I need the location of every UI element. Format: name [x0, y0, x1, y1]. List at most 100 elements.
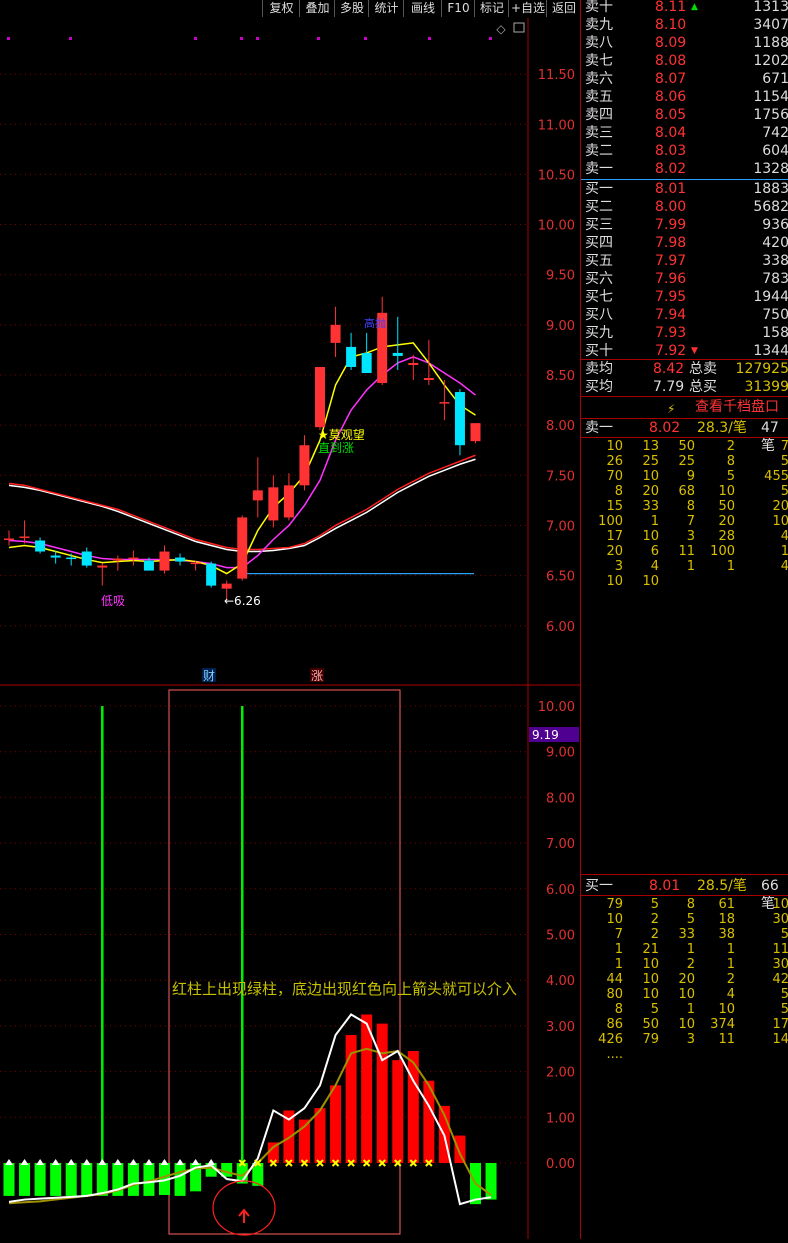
candle-body[interactable]	[190, 562, 201, 565]
candle-body[interactable]	[283, 485, 294, 518]
chart-area[interactable]: 11.50 11.00 10.50 10.00 9.50 9.00 8.50 8.00 7.50…	[0, 18, 580, 1239]
queue-row: 426 79 3 11 14	[581, 1032, 788, 1047]
price-axis-label: 8.50	[546, 369, 575, 384]
queue-cell: 28	[718, 529, 735, 544]
candle-body[interactable]	[97, 565, 108, 568]
candle-body[interactable]	[252, 490, 263, 501]
candle-body[interactable]	[81, 551, 92, 566]
divider	[581, 895, 788, 896]
buy-volume: 1944	[753, 289, 788, 305]
toolbar-button-8[interactable]: 返回	[546, 0, 581, 17]
candle-body[interactable]	[408, 362, 419, 365]
candle-body[interactable]	[4, 538, 14, 540]
candle-body[interactable]	[346, 346, 357, 367]
candle-body[interactable]	[315, 366, 325, 428]
toolbar-button-0[interactable]: 复权	[262, 0, 300, 17]
buy-row[interactable]: 买六 7.96 783	[583, 270, 788, 288]
candle-body[interactable]	[221, 583, 232, 589]
buy-row[interactable]: 买九 7.93 158	[583, 324, 788, 342]
window-icon[interactable]	[513, 22, 525, 33]
queue-cell: 21	[642, 942, 659, 957]
sell-volume: 604	[762, 143, 788, 159]
buy-row[interactable]: 买八 7.94 750	[583, 306, 788, 324]
price-axis-label: 6.00	[546, 620, 575, 635]
queue-row: 7 2 33 38 5	[581, 927, 788, 942]
candle-body[interactable]	[66, 557, 77, 560]
queue-cell: 33	[678, 927, 695, 942]
buy-row[interactable]: 买三 7.99 936	[583, 216, 788, 234]
queue-cell: 1	[726, 942, 735, 957]
candle-body[interactable]	[112, 558, 123, 561]
low-price-label: ←6.26	[224, 594, 261, 608]
candle-body[interactable]	[237, 517, 248, 579]
queue-row: 80 10 10 4 5	[581, 987, 788, 1002]
candle-body[interactable]	[143, 560, 154, 571]
sell-row[interactable]: 卖九 8.10 3407	[583, 16, 788, 34]
buy-row[interactable]: 买一 8.01 1883	[583, 180, 788, 198]
total-sell-value: 127925	[735, 361, 788, 377]
toolbar-button-6[interactable]: 标记	[474, 0, 509, 17]
queue-cell: 20	[678, 972, 695, 987]
buy-volume: 936	[762, 217, 788, 233]
candle-body[interactable]	[206, 563, 217, 586]
sell-price: 8.04	[655, 125, 687, 141]
sell1-queue-label: 卖一	[585, 420, 613, 436]
sell-row[interactable]: 卖七 8.08 1202	[583, 52, 788, 70]
sell-row[interactable]: 卖五 8.06 1154	[583, 88, 788, 106]
sell-row[interactable]: 卖一 8.02 1328	[583, 160, 788, 178]
candle-body[interactable]	[454, 392, 465, 446]
toolbar-button-4[interactable]: 画线	[403, 0, 442, 17]
sell-row[interactable]: 卖六 8.07 671	[583, 70, 788, 88]
candle-body[interactable]	[19, 536, 30, 538]
candle-body[interactable]	[175, 557, 186, 562]
sell-row[interactable]: 卖三 8.04 742	[583, 124, 788, 142]
view-all-depth-button[interactable]: ⚡ 查看千档盘口	[581, 398, 788, 416]
queue-cell: 455	[764, 469, 788, 484]
candle-body[interactable]	[35, 540, 46, 552]
queue-cell: 10	[606, 574, 623, 589]
sell-row[interactable]: 卖四 8.05 1756	[583, 106, 788, 124]
buy-row[interactable]: 买四 7.98 420	[583, 234, 788, 252]
candle-body[interactable]	[268, 487, 279, 521]
candle-body[interactable]	[50, 555, 61, 558]
candle-body[interactable]	[470, 423, 481, 442]
total-buy-value: 31399	[744, 379, 788, 395]
candle-body[interactable]	[361, 352, 372, 373]
queue-cell: 2	[686, 957, 695, 972]
sell-row[interactable]: 卖十 8.11 1313 ▲	[583, 0, 788, 16]
buy-row[interactable]: 买五 7.97 338	[583, 252, 788, 270]
queue-cell: 13	[642, 439, 659, 454]
toolbar-button-7[interactable]: +自选	[508, 0, 547, 17]
candle-body[interactable]	[330, 324, 341, 343]
candle-body[interactable]	[392, 352, 403, 356]
candle-body[interactable]	[128, 557, 139, 560]
queue-cell: 50	[678, 439, 695, 454]
chart-canvas[interactable]: 11.50 11.00 10.50 10.00 9.50 9.00 8.50 8.00 7.50…	[0, 18, 580, 1239]
sell-volume: 1313	[753, 0, 788, 15]
toolbar-button-1[interactable]: 叠加	[299, 0, 335, 17]
queue-cell: 8	[726, 454, 735, 469]
buy-row[interactable]: 买二 8.00 5682	[583, 198, 788, 216]
buy-price: 8.00	[655, 199, 687, 215]
candle-body[interactable]	[423, 378, 434, 381]
sell-row[interactable]: 卖八 8.09 1188	[583, 34, 788, 52]
candle-body[interactable]	[159, 551, 170, 571]
queue-cell: 70	[606, 469, 623, 484]
queue-row: 3 4 1 1 4	[581, 559, 788, 574]
queue-cell: 10	[642, 957, 659, 972]
candle-body[interactable]	[439, 402, 450, 404]
buy-row[interactable]: 买十 7.92 1344 ▼	[583, 342, 788, 360]
toolbar-button-2[interactable]: 多股	[334, 0, 369, 17]
queue-cell: 374	[710, 1017, 735, 1032]
queue-cell: 2	[650, 927, 659, 942]
queue-row: 17 10 3 28 4	[581, 529, 788, 544]
sell-label: 卖六	[585, 71, 613, 87]
sell-row[interactable]: 卖二 8.03 604	[583, 142, 788, 160]
toolbar-button-5[interactable]: F10	[441, 0, 475, 17]
candle-body[interactable]	[299, 445, 310, 486]
queue-cell: 5	[726, 469, 735, 484]
buy-row[interactable]: 买七 7.95 1944	[583, 288, 788, 306]
toolbar-button-3[interactable]: 统计	[368, 0, 404, 17]
queue-cell: 11	[718, 1032, 735, 1047]
avg-buy-price: 7.79	[653, 379, 685, 395]
